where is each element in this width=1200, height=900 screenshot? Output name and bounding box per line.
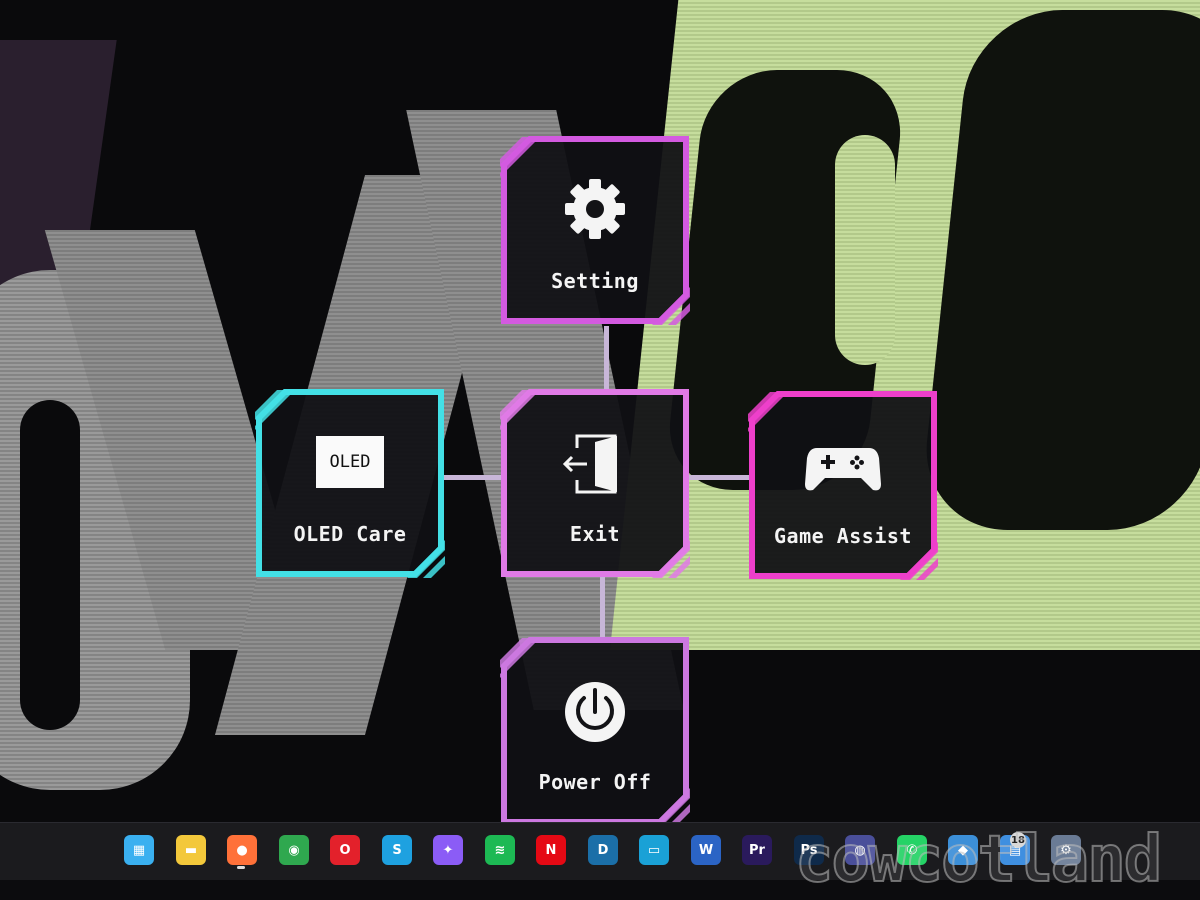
- exit-button[interactable]: Exit: [500, 388, 690, 578]
- messenger-icon[interactable]: ✦: [433, 835, 463, 865]
- firefox-icon[interactable]: ●: [227, 835, 257, 865]
- windows-start-icon[interactable]: ▦: [124, 835, 154, 865]
- setting-label: Setting: [551, 269, 639, 293]
- prime-video-icon[interactable]: ▭: [639, 835, 669, 865]
- skype-icon[interactable]: S: [382, 835, 412, 865]
- active-app-indicator: [237, 866, 245, 869]
- folder-icon[interactable]: ▬: [176, 835, 206, 865]
- menu-connector: [600, 576, 605, 640]
- wallpaper-shape: [835, 135, 895, 365]
- menu-connector: [440, 475, 504, 480]
- power-off-label: Power Off: [538, 770, 652, 794]
- spotify-icon[interactable]: ≋: [485, 835, 515, 865]
- chrome-icon[interactable]: ◉: [279, 835, 309, 865]
- exit-door-icon: [500, 426, 690, 498]
- opera-icon[interactable]: O: [330, 835, 360, 865]
- netflix-icon[interactable]: N: [536, 835, 566, 865]
- oled-care-button[interactable]: OLED OLED Care: [255, 388, 445, 578]
- power-icon: [500, 674, 690, 746]
- word-icon[interactable]: W: [691, 835, 721, 865]
- game-assist-label: Game Assist: [774, 524, 912, 548]
- wallpaper-shape: [20, 400, 80, 730]
- gear-icon: [500, 173, 690, 245]
- setting-button[interactable]: Setting: [500, 135, 690, 325]
- oled-badge: OLED: [316, 436, 384, 488]
- menu-connector: [604, 326, 609, 392]
- oled-care-label: OLED Care: [293, 522, 407, 546]
- oled-badge-icon: OLED: [255, 426, 445, 498]
- game-assist-button[interactable]: Game Assist: [748, 390, 938, 580]
- premiere-icon[interactable]: Pr: [742, 835, 772, 865]
- watermark-logo: cowcotland: [794, 823, 1163, 897]
- menu-connector: [688, 475, 752, 480]
- disney-plus-icon[interactable]: D: [588, 835, 618, 865]
- exit-label: Exit: [569, 522, 621, 546]
- gamepad-icon: [748, 428, 938, 500]
- power-off-button[interactable]: Power Off: [500, 636, 690, 826]
